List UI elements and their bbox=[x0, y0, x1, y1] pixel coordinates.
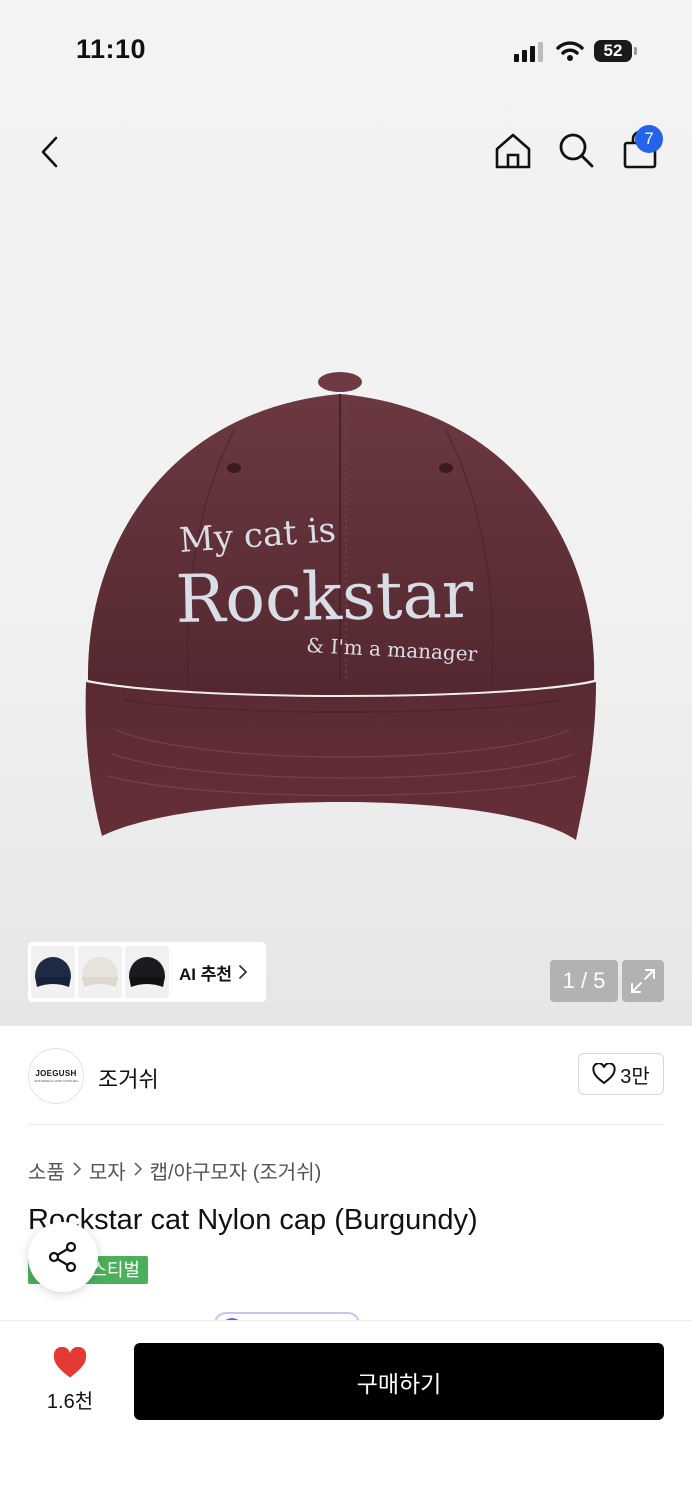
ai-recommend-label[interactable]: AI 추천 bbox=[179, 960, 232, 985]
back-chevron-icon bbox=[41, 136, 58, 168]
brand-logo-text: JOEGUSH bbox=[35, 1069, 77, 1078]
brand-name[interactable]: 조거쉬 bbox=[98, 1062, 159, 1094]
brand-logo-subtext: WONDERFUL MIND SUPPLIES bbox=[34, 1079, 78, 1083]
buy-button[interactable]: 구매하기 bbox=[134, 1343, 664, 1420]
wishlist-button[interactable]: 1.6천 bbox=[30, 1347, 110, 1417]
breadcrumb-separator-icon bbox=[73, 1159, 81, 1182]
cap-thumbnail-icon bbox=[82, 957, 118, 987]
search-icon bbox=[559, 133, 594, 168]
search-button[interactable] bbox=[554, 128, 598, 172]
wifi-icon bbox=[556, 41, 584, 61]
heart-icon bbox=[53, 1347, 87, 1378]
heart-outline-icon bbox=[592, 1063, 616, 1085]
expand-icon bbox=[631, 969, 655, 993]
home-button[interactable] bbox=[490, 128, 536, 174]
cap-thumbnail-icon bbox=[129, 957, 165, 987]
section-divider bbox=[28, 1124, 664, 1125]
image-page-indicator: 1 / 5 bbox=[550, 960, 618, 1002]
signal-icon bbox=[514, 42, 543, 62]
back-button[interactable] bbox=[26, 128, 74, 176]
home-icon bbox=[495, 133, 531, 169]
product-title: Rockstar cat Nylon cap (Burgundy) bbox=[28, 1204, 478, 1236]
breadcrumb: 소품 모자 캡/야구모자 (조거쉬) bbox=[28, 1156, 321, 1185]
ai-recommend-strip[interactable]: AI 추천 bbox=[28, 942, 266, 1002]
thumbnail-cream[interactable] bbox=[78, 946, 122, 998]
brand-like-count: 3만 bbox=[620, 1065, 650, 1088]
breadcrumb-item[interactable]: 캡/야구모자 (조거쉬) bbox=[150, 1156, 322, 1185]
wishlist-count: 1.6천 bbox=[46, 1391, 94, 1413]
brand-like-button[interactable]: 3만 bbox=[578, 1053, 664, 1095]
breadcrumb-separator-icon bbox=[134, 1159, 142, 1182]
product-image-cap[interactable]: My cat is Rockstar & I'm a manager bbox=[84, 370, 600, 846]
brand-logo[interactable]: JOEGUSH WONDERFUL MIND SUPPLIES bbox=[28, 1048, 84, 1104]
brand-row[interactable]: JOEGUSH WONDERFUL MIND SUPPLIES 조거쉬 3만 bbox=[28, 1046, 664, 1104]
thumbnail-navy[interactable] bbox=[31, 946, 75, 998]
battery-tip bbox=[634, 47, 637, 55]
status-time: 11:10 bbox=[76, 34, 147, 64]
product-image-gallery[interactable]: 11:10 52 7 My cat is Rockstar & I'm a ma… bbox=[0, 0, 692, 1026]
cap-thumbnail-icon bbox=[35, 957, 71, 987]
breadcrumb-item[interactable]: 모자 bbox=[89, 1156, 126, 1185]
battery-icon: 52 bbox=[594, 40, 632, 62]
cart-count-badge[interactable]: 7 bbox=[635, 125, 663, 153]
bottom-action-bar: 1.6천 구매하기 bbox=[0, 1320, 692, 1501]
expand-image-button[interactable] bbox=[622, 960, 664, 1002]
share-button[interactable] bbox=[28, 1222, 98, 1292]
status-bar: 11:10 52 bbox=[0, 0, 692, 100]
breadcrumb-item[interactable]: 소품 bbox=[28, 1156, 65, 1185]
chevron-right-icon bbox=[239, 965, 248, 979]
thumbnail-black[interactable] bbox=[125, 946, 169, 998]
cap-text-line2: Rockstar bbox=[175, 556, 474, 638]
share-icon bbox=[48, 1241, 77, 1273]
